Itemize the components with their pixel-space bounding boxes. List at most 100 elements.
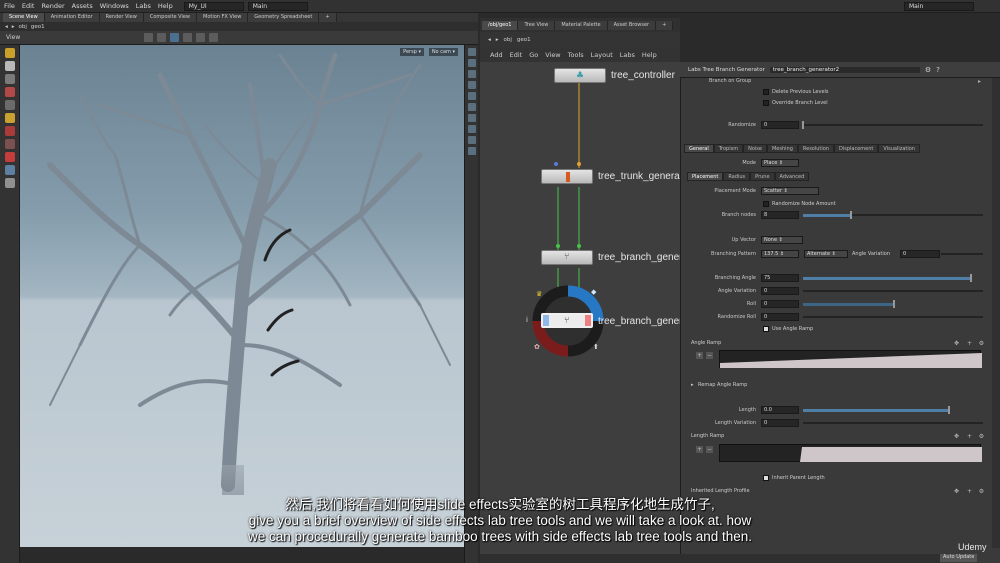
node-tree-trunk-generator[interactable] <box>541 169 593 184</box>
net-path-obj[interactable]: obj <box>504 37 512 43</box>
tab-visualization[interactable]: Visualization <box>878 144 920 153</box>
randomize-knob[interactable] <box>802 121 804 129</box>
display-icon[interactable] <box>468 48 476 56</box>
desktop-dropdown[interactable]: My_UI <box>183 1 244 11</box>
subtab-radius[interactable]: Radius <box>723 172 751 181</box>
menu-assets[interactable]: Assets <box>72 2 93 10</box>
node-tree-branch-generator[interactable]: ⑂ <box>541 250 593 265</box>
net-menu-add[interactable]: Add <box>490 51 503 59</box>
scale-icon[interactable] <box>5 87 15 97</box>
handle-icon[interactable] <box>5 100 15 110</box>
menu-file[interactable]: File <box>4 2 15 10</box>
normals-icon[interactable] <box>468 92 476 100</box>
points-icon[interactable] <box>468 81 476 89</box>
subtab-prune[interactable]: Prune <box>750 172 775 181</box>
background-icon[interactable] <box>468 147 476 155</box>
length-slider[interactable] <box>803 409 949 412</box>
inherited-ramp-add-icon[interactable]: + <box>966 488 973 495</box>
brush-icon[interactable] <box>5 139 15 149</box>
shading-icon[interactable] <box>468 59 476 67</box>
menu-windows[interactable]: Windows <box>100 2 129 10</box>
net-menu-tools[interactable]: Tools <box>568 51 584 59</box>
branching-pattern-field[interactable]: 137.5 ⇕ <box>761 250 799 258</box>
auto-update-button[interactable]: Auto Update <box>940 554 978 562</box>
length-ramp-settings-icon[interactable]: ⚙ <box>978 433 985 440</box>
length-ramp-add-icon[interactable]: + <box>966 433 973 440</box>
ghost-icon[interactable] <box>468 103 476 111</box>
forward-icon[interactable]: ▸ <box>12 24 15 30</box>
param-scrollbar[interactable] <box>992 78 1000 548</box>
length-ramp-move-icon[interactable]: ✥ <box>953 433 960 440</box>
menu-labs[interactable]: Labs <box>136 2 151 10</box>
roll-field[interactable]: 0 <box>761 300 799 308</box>
add-tab-icon[interactable]: + <box>319 13 337 22</box>
use-angle-ramp-checkbox[interactable] <box>763 326 769 332</box>
randomize-node-amount-checkbox[interactable] <box>763 201 769 207</box>
network-editor[interactable]: ♣ tree_controller tree_trunk_generator ⑂… <box>480 62 705 563</box>
net-menu-edit[interactable]: Edit <box>510 51 523 59</box>
tab-motion-fx-view[interactable]: Motion FX View <box>197 13 249 22</box>
tab-material-palette[interactable]: Material Palette <box>555 20 608 30</box>
net-back-icon[interactable]: ◂ <box>488 37 491 43</box>
help-icon[interactable]: ? <box>936 66 940 74</box>
remap-angle-arrow-icon[interactable]: ▸ <box>691 382 694 388</box>
node-tree-controller[interactable]: ♣ <box>554 68 606 83</box>
branching-angle-slider[interactable] <box>803 277 971 280</box>
tab-tree-view[interactable]: Tree View <box>518 20 556 30</box>
mode-dropdown[interactable]: Place ⇕ <box>761 159 799 167</box>
length-field[interactable]: 0.0 <box>761 406 799 414</box>
path-obj[interactable]: obj <box>19 24 27 30</box>
bypass-icon[interactable]: ♛ <box>536 290 542 298</box>
info-icon[interactable]: i <box>526 316 528 324</box>
length-ramp-editor[interactable] <box>719 444 982 462</box>
randomize-roll-field[interactable]: 0 <box>761 313 799 321</box>
roll-slider[interactable] <box>803 303 893 306</box>
length-variation-field[interactable]: 0 <box>761 419 799 427</box>
inherited-ramp-move-icon[interactable]: ✥ <box>953 488 960 495</box>
display-flag-icon[interactable]: ◆ <box>591 288 596 296</box>
view-icon[interactable] <box>5 165 15 175</box>
angle-ramp-point-del-icon[interactable]: − <box>706 352 713 359</box>
placement-mode-dropdown[interactable]: Scatter ⇕ <box>761 187 819 195</box>
tab-meshing[interactable]: Meshing <box>766 144 798 153</box>
angle-variation-slider[interactable] <box>803 290 983 292</box>
inherited-ramp-settings-icon[interactable]: ⚙ <box>978 488 985 495</box>
select-icon[interactable] <box>5 48 15 58</box>
roll-knob[interactable] <box>893 300 895 308</box>
group-arrow-icon[interactable]: ▸ <box>978 78 981 85</box>
snap-icon[interactable] <box>157 33 167 42</box>
paint-icon[interactable] <box>5 126 15 136</box>
edge-icon[interactable] <box>196 33 206 42</box>
angle-ramp-add-icon[interactable]: + <box>966 340 973 347</box>
select-tool-icon[interactable] <box>144 33 154 42</box>
length-ramp-point-add-icon[interactable]: + <box>696 446 703 453</box>
randomize-slider[interactable] <box>803 124 983 126</box>
gear-icon[interactable]: ⚙ <box>925 66 931 74</box>
lights-icon[interactable] <box>468 114 476 122</box>
camera-icon[interactable] <box>5 178 15 188</box>
magnet-icon[interactable] <box>5 152 15 162</box>
light-icon[interactable] <box>5 113 15 123</box>
vertex-icon[interactable] <box>183 33 193 42</box>
template-icon[interactable] <box>468 125 476 133</box>
transform-icon[interactable] <box>5 61 15 71</box>
node-tree-branch-generator2[interactable]: ⑂ <box>541 313 593 328</box>
menu-render[interactable]: Render <box>41 2 64 10</box>
branch-nodes-slider[interactable] <box>803 214 851 217</box>
rotate-icon[interactable] <box>5 74 15 84</box>
grid-icon[interactable] <box>170 33 180 42</box>
length-variation-slider[interactable] <box>803 422 983 424</box>
back-icon[interactable]: ◂ <box>5 24 8 30</box>
tab-displacement[interactable]: Displacement <box>834 144 879 153</box>
angle-variation-inline-slider[interactable] <box>941 253 983 255</box>
up-vector-dropdown[interactable]: None ⇕ <box>761 236 803 244</box>
angle-ramp-point-add-icon[interactable]: + <box>696 352 703 359</box>
length-ramp-point-del-icon[interactable]: − <box>706 446 713 453</box>
wireframe-icon[interactable] <box>468 70 476 78</box>
branch-nodes-field[interactable]: 8 <box>761 211 799 219</box>
tab-geometry-spreadsheet[interactable]: Geometry Spreadsheet <box>248 13 320 22</box>
randomize-roll-slider[interactable] <box>803 316 983 318</box>
path-geo1[interactable]: geo1 <box>31 24 45 30</box>
override-branch-checkbox[interactable] <box>763 100 769 106</box>
angle-ramp-move-icon[interactable]: ✥ <box>953 340 960 347</box>
